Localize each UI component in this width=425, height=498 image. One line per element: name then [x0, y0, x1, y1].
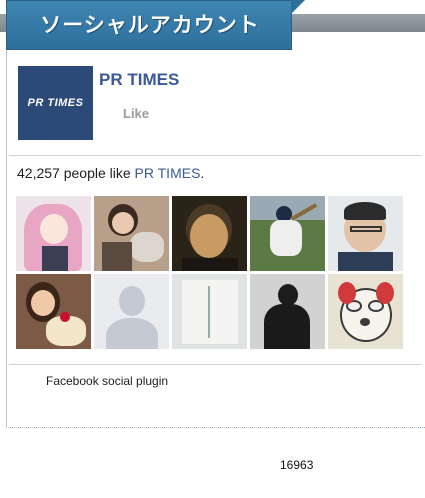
section-title: ソーシャルアカウント: [40, 13, 260, 37]
footer-count: 16963: [280, 458, 314, 472]
divider: [9, 364, 422, 365]
fan-photo-anime-girl[interactable]: [16, 196, 91, 271]
fan-photo-baseball-player[interactable]: [250, 196, 325, 271]
fan-photo-man-with-glasses[interactable]: [328, 196, 403, 271]
social-plugin-label[interactable]: Facebook social plugin: [46, 374, 168, 388]
fan-photo-default-silhouette[interactable]: [94, 274, 169, 349]
fan-photo-name-card[interactable]: [172, 274, 247, 349]
facebook-like-box: PR TIMES PR TIMES Like 42,257 people lik…: [6, 50, 425, 428]
fan-photo-woman-with-dog[interactable]: [94, 196, 169, 271]
divider: [9, 155, 422, 156]
fan-count-period: .: [200, 165, 205, 181]
fan-photo-cartoon-dog[interactable]: [328, 274, 403, 349]
fan-count-text: 42,257 people like: [17, 165, 135, 181]
fan-photo-dark-portrait[interactable]: [250, 274, 325, 349]
fan-count: 42,257 people like PR TIMES.: [17, 165, 204, 181]
fan-photo-woman-with-dessert[interactable]: [16, 274, 91, 349]
fan-page-link[interactable]: PR TIMES: [135, 165, 201, 181]
fan-faces-grid: [16, 196, 406, 349]
like-button[interactable]: Like: [123, 106, 149, 121]
page-logo-text: PR TIMES: [27, 97, 84, 109]
page-logo[interactable]: PR TIMES: [18, 66, 93, 140]
section-header: ソーシャルアカウント: [6, 0, 305, 50]
fan-photo-young-man[interactable]: [172, 196, 247, 271]
page-name-link[interactable]: PR TIMES: [99, 70, 179, 90]
